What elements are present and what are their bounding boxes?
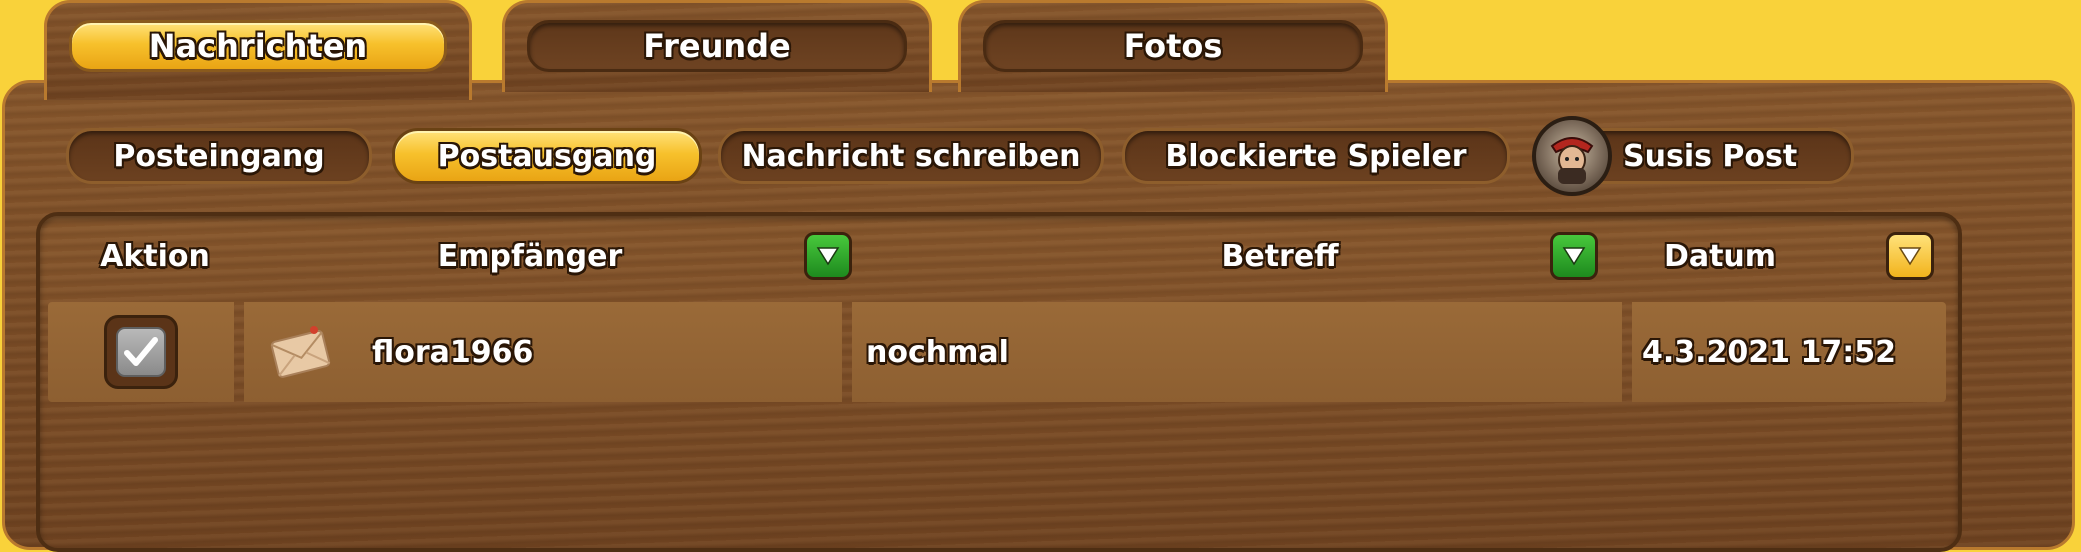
tab-nachrichten-label: Nachrichten bbox=[69, 20, 447, 72]
subtab-postausgang[interactable]: Postausgang bbox=[392, 128, 702, 184]
sort-datum-button[interactable] bbox=[1886, 232, 1934, 280]
message-date: 4.3.2021 17:52 bbox=[1642, 334, 1896, 370]
avatar-icon bbox=[1532, 116, 1612, 196]
column-header-datum: Datum bbox=[1663, 238, 1777, 274]
table-row-cell-aktion bbox=[48, 302, 234, 402]
subtab-posteingang[interactable]: Posteingang bbox=[66, 128, 372, 184]
recipient-name: flora1966 bbox=[372, 334, 534, 370]
sort-betreff-button[interactable] bbox=[1550, 232, 1598, 280]
sort-empfaenger-button[interactable] bbox=[804, 232, 852, 280]
tab-freunde[interactable]: Freunde bbox=[502, 0, 932, 92]
checkmark-icon bbox=[124, 337, 158, 366]
tab-fotos-label: Fotos bbox=[983, 20, 1363, 72]
tab-freunde-label: Freunde bbox=[527, 20, 907, 72]
tab-nachrichten[interactable]: Nachrichten bbox=[44, 0, 472, 100]
subtab-blockierte-spieler[interactable]: Blockierte Spieler bbox=[1122, 128, 1510, 184]
subtab-susis-post-label: Susis Post bbox=[1623, 138, 1798, 174]
subtab-nachricht-schreiben[interactable]: Nachricht schreiben bbox=[718, 128, 1104, 184]
envelope-icon bbox=[270, 326, 331, 378]
column-header-aktion: Aktion bbox=[100, 238, 210, 274]
table-row-cell-datum: 4.3.2021 17:52 bbox=[1632, 302, 1946, 402]
triangle-down-icon bbox=[816, 247, 840, 266]
table-row-cell-betreff[interactable]: nochmal bbox=[852, 302, 1622, 402]
triangle-down-icon bbox=[1562, 247, 1586, 266]
triangle-down-icon bbox=[1898, 247, 1922, 266]
tab-fotos[interactable]: Fotos bbox=[958, 0, 1388, 92]
column-header-betreff: Betreff bbox=[1221, 238, 1339, 274]
row-select-checkbox[interactable] bbox=[104, 315, 178, 389]
column-header-empfaenger: Empfänger bbox=[437, 238, 623, 274]
message-subject: nochmal bbox=[866, 334, 1009, 370]
table-row-cell-empfaenger[interactable]: flora1966 bbox=[244, 302, 842, 402]
